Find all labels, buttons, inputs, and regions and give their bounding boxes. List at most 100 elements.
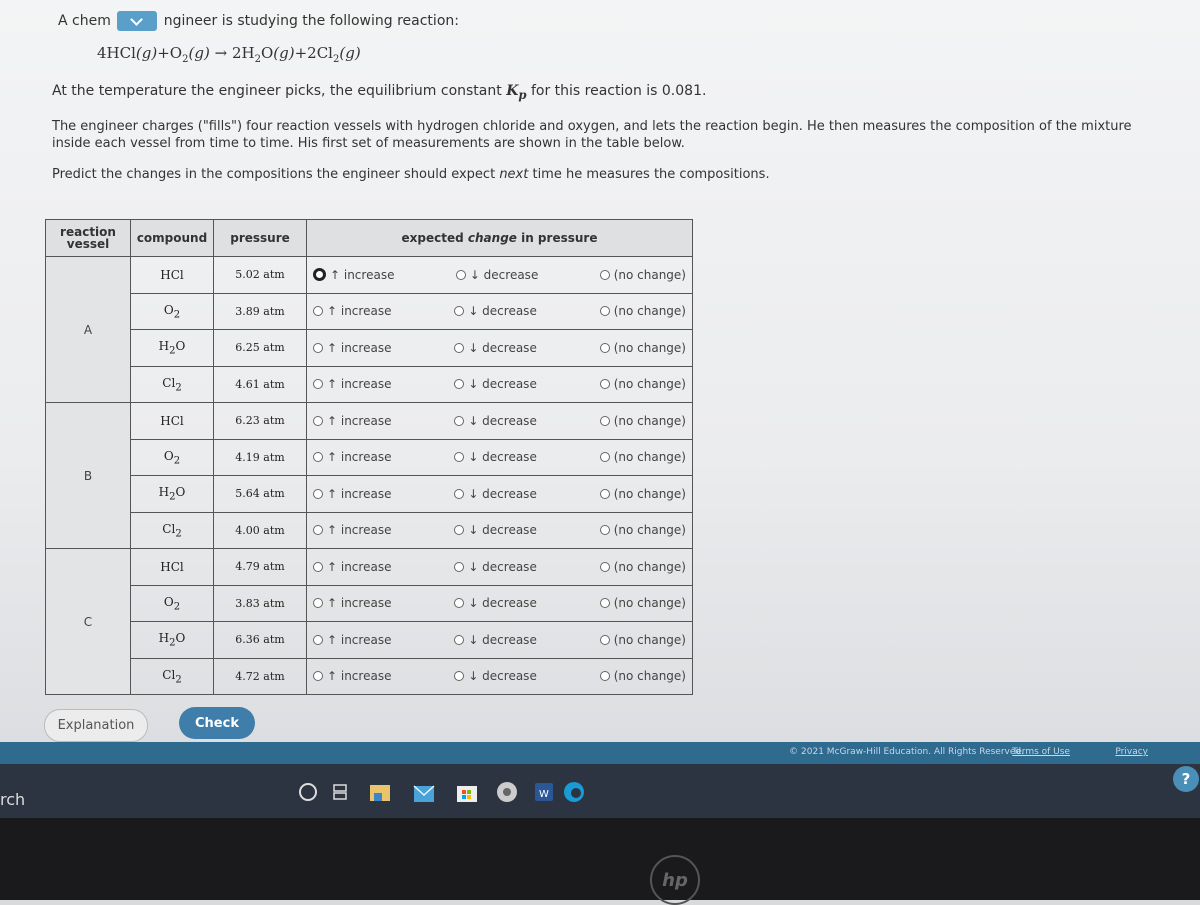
radio-decrease[interactable] [454, 671, 465, 682]
radio-decrease[interactable] [454, 379, 465, 390]
option-label: (no change) [613, 523, 686, 538]
radio-increase[interactable] [313, 598, 323, 609]
radio-none[interactable] [599, 561, 610, 572]
radio-decrease[interactable] [454, 488, 465, 499]
radio-increase[interactable] [313, 306, 323, 317]
store-icon[interactable] [455, 780, 479, 804]
cortana-icon[interactable] [296, 780, 320, 804]
radio-decrease[interactable] [454, 525, 465, 536]
option-increase[interactable]: ↑ increase [313, 596, 391, 610]
pressure-cell: 4.79 atm [213, 548, 307, 586]
radio-none[interactable] [599, 634, 610, 645]
radio-decrease[interactable] [455, 269, 466, 280]
option-increase[interactable]: ↑ increase [313, 268, 394, 282]
option-none[interactable]: (no change) [599, 596, 686, 610]
radio-none[interactable] [599, 379, 610, 390]
radio-none[interactable] [599, 525, 610, 536]
radio-group: ↑ increase ↓ decrease (no change) [313, 596, 686, 610]
radio-increase[interactable] [313, 561, 323, 572]
compound-formula: HCl [160, 559, 184, 574]
taskbar-search-partial[interactable]: rch [0, 790, 25, 809]
radio-none[interactable] [599, 269, 610, 280]
radio-increase[interactable] [313, 452, 323, 463]
option-decrease[interactable]: ↓ decrease [454, 523, 537, 537]
option-increase[interactable]: ↑ increase [313, 560, 391, 574]
option-none[interactable]: (no change) [599, 414, 686, 428]
help-icon[interactable]: ? [1173, 766, 1199, 792]
option-increase[interactable]: ↑ increase [313, 341, 391, 355]
radio-decrease[interactable] [454, 342, 465, 353]
table-row: O2 4.19 atm ↑ increase ↓ decrease (no change… [46, 438, 693, 476]
option-none[interactable]: (no change) [599, 560, 686, 574]
eq-state: (g) [135, 44, 158, 62]
option-none[interactable]: (no change) [599, 633, 686, 647]
option-decrease[interactable]: ↓ decrease [454, 414, 537, 428]
option-decrease[interactable]: ↓ decrease [454, 377, 537, 391]
option-none[interactable]: (no change) [599, 341, 686, 355]
option-decrease[interactable]: ↓ decrease [454, 560, 537, 574]
option-increase[interactable]: ↑ increase [313, 304, 391, 318]
chrome-icon[interactable] [495, 780, 519, 804]
radio-decrease[interactable] [454, 598, 465, 609]
radio-increase[interactable] [313, 634, 323, 645]
radio-increase[interactable] [313, 525, 323, 536]
radio-increase[interactable] [313, 379, 323, 390]
option-none[interactable]: (no change) [599, 669, 686, 683]
option-decrease[interactable]: ↓ decrease [454, 304, 537, 318]
option-increase[interactable]: ↑ increase [313, 669, 391, 683]
mail-icon[interactable] [412, 780, 436, 804]
option-increase[interactable]: ↑ increase [313, 633, 391, 647]
option-decrease[interactable]: ↓ decrease [454, 633, 537, 647]
radio-increase[interactable] [313, 671, 323, 682]
radio-increase[interactable] [313, 488, 323, 499]
option-decrease[interactable]: ↓ decrease [455, 267, 539, 282]
privacy-link[interactable]: Privacy [1115, 747, 1148, 757]
eq-plus: + [294, 44, 308, 62]
option-label: ↓ decrease [469, 267, 539, 282]
terms-link[interactable]: Terms of Use [1012, 747, 1070, 757]
option-increase[interactable]: ↑ increase [313, 377, 391, 391]
collapse-toggle[interactable] [117, 11, 158, 31]
radio-none[interactable] [599, 306, 610, 317]
radio-none[interactable] [599, 488, 610, 499]
radio-decrease[interactable] [454, 634, 465, 645]
radio-none[interactable] [599, 415, 610, 426]
radio-none[interactable] [599, 671, 610, 682]
radio-decrease[interactable] [454, 415, 465, 426]
radio-increase[interactable] [313, 415, 323, 426]
option-none[interactable]: (no change) [599, 450, 686, 464]
edge-icon[interactable] [562, 780, 586, 804]
option-none[interactable]: (no change) [599, 523, 686, 538]
change-options: ↑ increase ↓ decrease (no change) [306, 584, 693, 622]
radio-none[interactable] [599, 452, 610, 463]
prompt-after: time he measures the compositions. [528, 167, 770, 182]
file-explorer-icon[interactable] [368, 780, 392, 804]
option-none[interactable]: (no change) [599, 268, 686, 282]
radio-group: ↑ increase ↓ decrease (no change) [313, 414, 686, 428]
word-icon[interactable]: W [532, 780, 556, 804]
radio-increase[interactable] [313, 268, 326, 282]
radio-increase[interactable] [313, 342, 323, 353]
option-decrease[interactable]: ↓ decrease [454, 669, 537, 683]
option-decrease[interactable]: ↓ decrease [454, 596, 537, 610]
eq-state: (g) [339, 44, 361, 62]
option-increase[interactable]: ↑ increase [313, 523, 391, 537]
option-decrease[interactable]: ↓ decrease [454, 341, 537, 355]
radio-decrease[interactable] [454, 452, 465, 463]
task-view-icon[interactable] [328, 780, 352, 804]
option-increase[interactable]: ↑ increase [313, 450, 391, 464]
option-increase[interactable]: ↑ increase [313, 487, 391, 501]
option-none[interactable]: (no change) [599, 377, 686, 391]
radio-decrease[interactable] [454, 561, 465, 572]
compound-tail: O [175, 485, 186, 500]
check-button[interactable]: Check [179, 707, 255, 739]
explanation-button[interactable]: Explanation [44, 709, 148, 742]
radio-decrease[interactable] [454, 306, 465, 317]
radio-none[interactable] [599, 342, 610, 353]
option-none[interactable]: (no change) [599, 487, 686, 501]
radio-none[interactable] [599, 598, 610, 609]
option-increase[interactable]: ↑ increase [313, 414, 391, 428]
option-decrease[interactable]: ↓ decrease [454, 450, 537, 464]
option-none[interactable]: (no change) [599, 304, 686, 318]
option-decrease[interactable]: ↓ decrease [454, 487, 537, 501]
